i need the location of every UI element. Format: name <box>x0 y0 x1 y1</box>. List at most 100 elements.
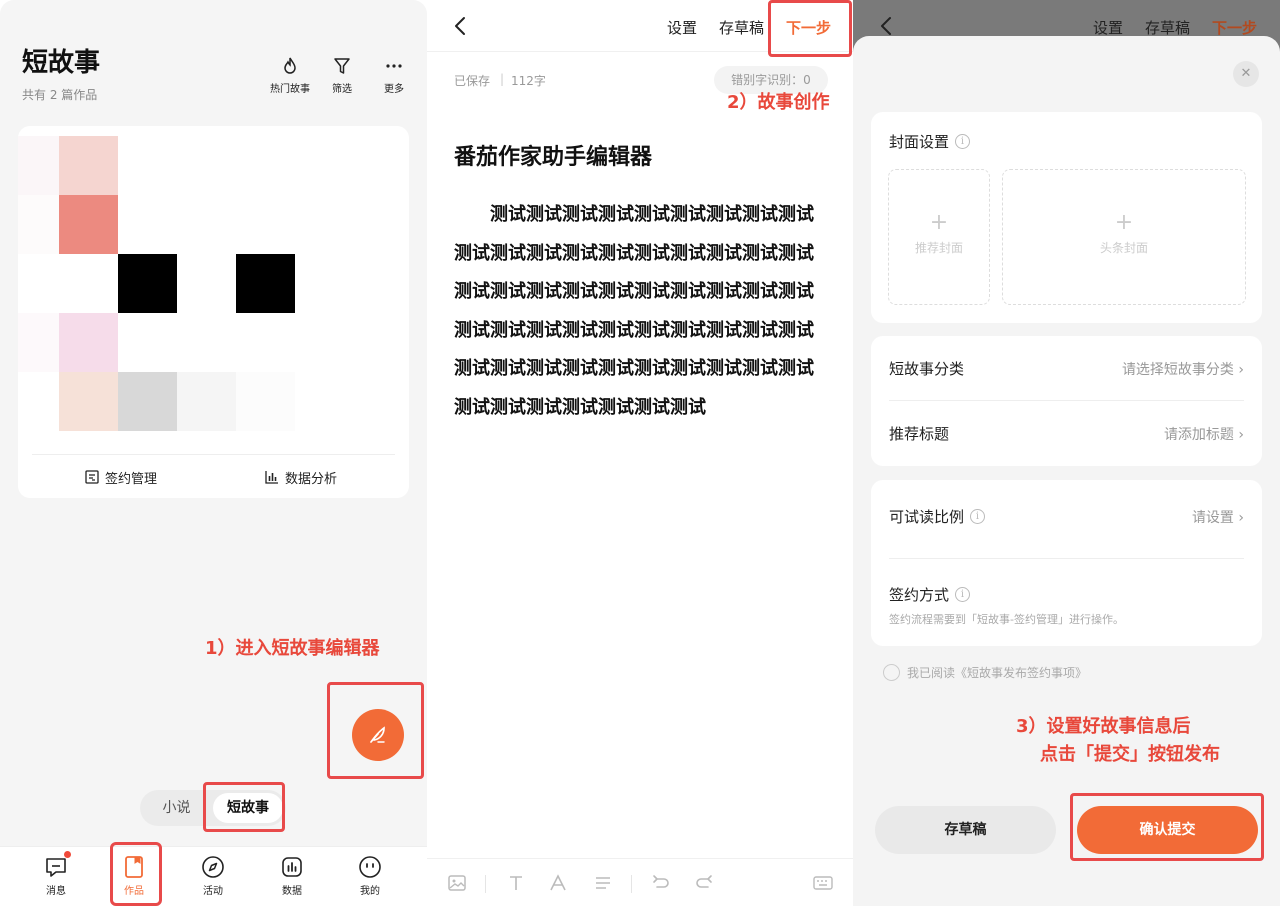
highlight-box-next <box>768 0 852 57</box>
title-label: 推荐标题 <box>889 425 950 443</box>
publish-screen: 设置 存草稿 下一步 ✕ 封面设置 i + 推荐封面 + 头条封面 短故事分类 … <box>853 0 1280 906</box>
preview-ratio-row[interactable]: 可试读比例 i 请设置 › <box>871 480 1262 556</box>
info-icon[interactable]: i <box>955 134 971 149</box>
title-value-text: 请添加标题 <box>1163 427 1234 443</box>
more-icon <box>386 64 402 68</box>
info-icon[interactable]: i <box>970 509 986 524</box>
undo-icon[interactable] <box>651 873 671 893</box>
category-value: 请选择短故事分类 › <box>1122 359 1244 379</box>
hot-stories-button[interactable]: 热门故事 <box>266 56 314 95</box>
step3-annotation-line1: 3）设置好故事信息后 <box>1016 716 1191 737</box>
save-status: 已保存 <box>454 74 491 88</box>
quill-icon <box>370 726 385 743</box>
sign-method-label: 签约方式 <box>889 586 950 604</box>
editor-screen: 设置 存草稿 下一步 已保存 | 112字 错别字识别：0 2）故事创作 番茄作… <box>427 0 853 906</box>
row-divider <box>889 558 1244 559</box>
unread-badge <box>64 851 71 858</box>
message-icon <box>46 858 66 877</box>
next-step-button: 下一步 <box>1212 19 1258 37</box>
hot-stories-label: 热门故事 <box>270 84 310 95</box>
profile-icon <box>359 856 381 878</box>
text-style-icon[interactable] <box>506 873 526 893</box>
agreement-text[interactable]: 我已阅读《短故事发布签约事项》 <box>907 664 1087 681</box>
settings-button: 设置 <box>1093 19 1124 37</box>
contract-management-button[interactable]: 签约管理 <box>84 466 157 488</box>
category-row[interactable]: 短故事分类 请选择短故事分类 › <box>871 336 1262 400</box>
settings-button[interactable]: 设置 <box>667 17 697 38</box>
filter-label: 筛选 <box>332 84 352 95</box>
sign-method-heading: 签约方式 i <box>889 584 971 605</box>
word-count: 112字 <box>511 74 546 88</box>
tab-messages-label: 消息 <box>46 886 66 897</box>
story-info-card: 短故事分类 请选择短故事分类 › 推荐标题 请添加标题 › <box>871 336 1262 466</box>
plus-icon: + <box>929 210 949 235</box>
agreement-row[interactable]: 我已阅读《短故事发布签约事项》 <box>883 664 1087 681</box>
back-icon <box>881 17 891 35</box>
tab-profile-label: 我的 <box>360 886 380 897</box>
contract-label: 签约管理 <box>105 471 158 487</box>
contract-icon <box>85 470 99 484</box>
step1-annotation: 1）进入短故事编辑器 <box>205 638 380 659</box>
headline-cover-label: 头条封面 <box>1099 241 1148 255</box>
publish-sheet: ✕ 封面设置 i + 推荐封面 + 头条封面 短故事分类 请选择短故事分类 › … <box>853 36 1280 906</box>
data-analysis-label: 数据分析 <box>285 471 338 487</box>
create-story-button[interactable] <box>352 709 404 761</box>
chevron-right-icon: › <box>1238 427 1244 443</box>
recommend-cover-upload[interactable]: + 推荐封面 <box>888 169 990 305</box>
save-draft-button[interactable]: 存草稿 <box>719 17 764 38</box>
document-title[interactable]: 番茄作家助手编辑器 <box>454 139 652 171</box>
preview-ratio-label: 可试读比例 <box>889 508 965 526</box>
filter-icon <box>334 58 350 74</box>
tab-data[interactable]: 数据 <box>264 855 320 897</box>
chevron-right-icon: › <box>1238 362 1244 378</box>
cover-settings-card: 封面设置 i + 推荐封面 + 头条封面 <box>871 112 1262 323</box>
toolbar-separator <box>631 875 632 893</box>
filter-button[interactable]: 筛选 <box>318 56 366 95</box>
tab-profile[interactable]: 我的 <box>342 855 398 897</box>
back-icon[interactable] <box>453 16 467 36</box>
preview-ratio-heading: 可试读比例 i <box>889 506 986 527</box>
flame-icon <box>284 57 296 74</box>
image-icon[interactable] <box>447 873 467 893</box>
tab-activities[interactable]: 活动 <box>185 855 241 897</box>
more-label: 更多 <box>384 84 404 95</box>
meta-separator: | <box>500 72 505 86</box>
agreement-checkbox[interactable] <box>883 664 900 681</box>
save-draft-bottom-button[interactable]: 存草稿 <box>875 806 1056 854</box>
category-value-text: 请选择短故事分类 <box>1121 362 1234 378</box>
more-button[interactable]: 更多 <box>370 56 418 95</box>
redo-icon[interactable] <box>694 873 714 893</box>
card-divider <box>32 454 395 455</box>
cover-settings-label: 封面设置 <box>889 133 950 151</box>
data-analysis-button[interactable]: 数据分析 <box>264 466 337 488</box>
step2-annotation: 2）故事创作 <box>727 92 830 113</box>
save-draft-button: 存草稿 <box>1145 19 1191 37</box>
info-icon[interactable]: i <box>955 587 971 602</box>
story-card[interactable]: 签约管理 数据分析 <box>18 126 409 498</box>
works-screen: 短故事 共有 2 篇作品 热门故事 筛选 更多 签约管理 数据分析 1）进入短故… <box>0 0 427 906</box>
highlight-box-works-tab <box>110 842 162 906</box>
compass-icon <box>202 856 224 878</box>
cover-settings-heading: 封面设置 i <box>889 131 971 152</box>
plus-icon: + <box>1114 210 1134 235</box>
highlight-box-submit <box>1070 793 1264 861</box>
tab-messages[interactable]: 消息 <box>28 855 84 897</box>
sign-method-note: 签约流程需要到「短故事-签约管理」进行操作。 <box>889 613 1124 626</box>
document-body[interactable]: 测试测试测试测试测试测试测试测试测试测试测试测试测试测试测试测试测试测试测试测试… <box>454 196 830 427</box>
headline-cover-upload[interactable]: + 头条封面 <box>1002 169 1246 305</box>
close-button[interactable]: ✕ <box>1233 61 1259 87</box>
preview-ratio-value: 请设置 › <box>1192 507 1244 527</box>
recommend-cover-label: 推荐封面 <box>914 241 963 255</box>
font-icon[interactable] <box>548 873 568 893</box>
step3-annotation-line2: 点击「提交」按钮发布 <box>1040 744 1220 765</box>
category-label: 短故事分类 <box>889 360 965 378</box>
tab-data-label: 数据 <box>282 886 302 897</box>
preview-ratio-value-text: 请设置 <box>1191 510 1234 526</box>
preview-sign-card: 可试读比例 i 请设置 › 签约方式 i 签约流程需要到「短故事-签约管理」进行… <box>871 480 1262 646</box>
align-icon[interactable] <box>593 873 613 893</box>
data-icon <box>282 857 302 877</box>
page-title: 短故事 <box>22 48 101 78</box>
highlight-box-switch <box>203 782 285 832</box>
keyboard-icon[interactable] <box>812 873 834 893</box>
title-row[interactable]: 推荐标题 请添加标题 › <box>871 401 1262 466</box>
